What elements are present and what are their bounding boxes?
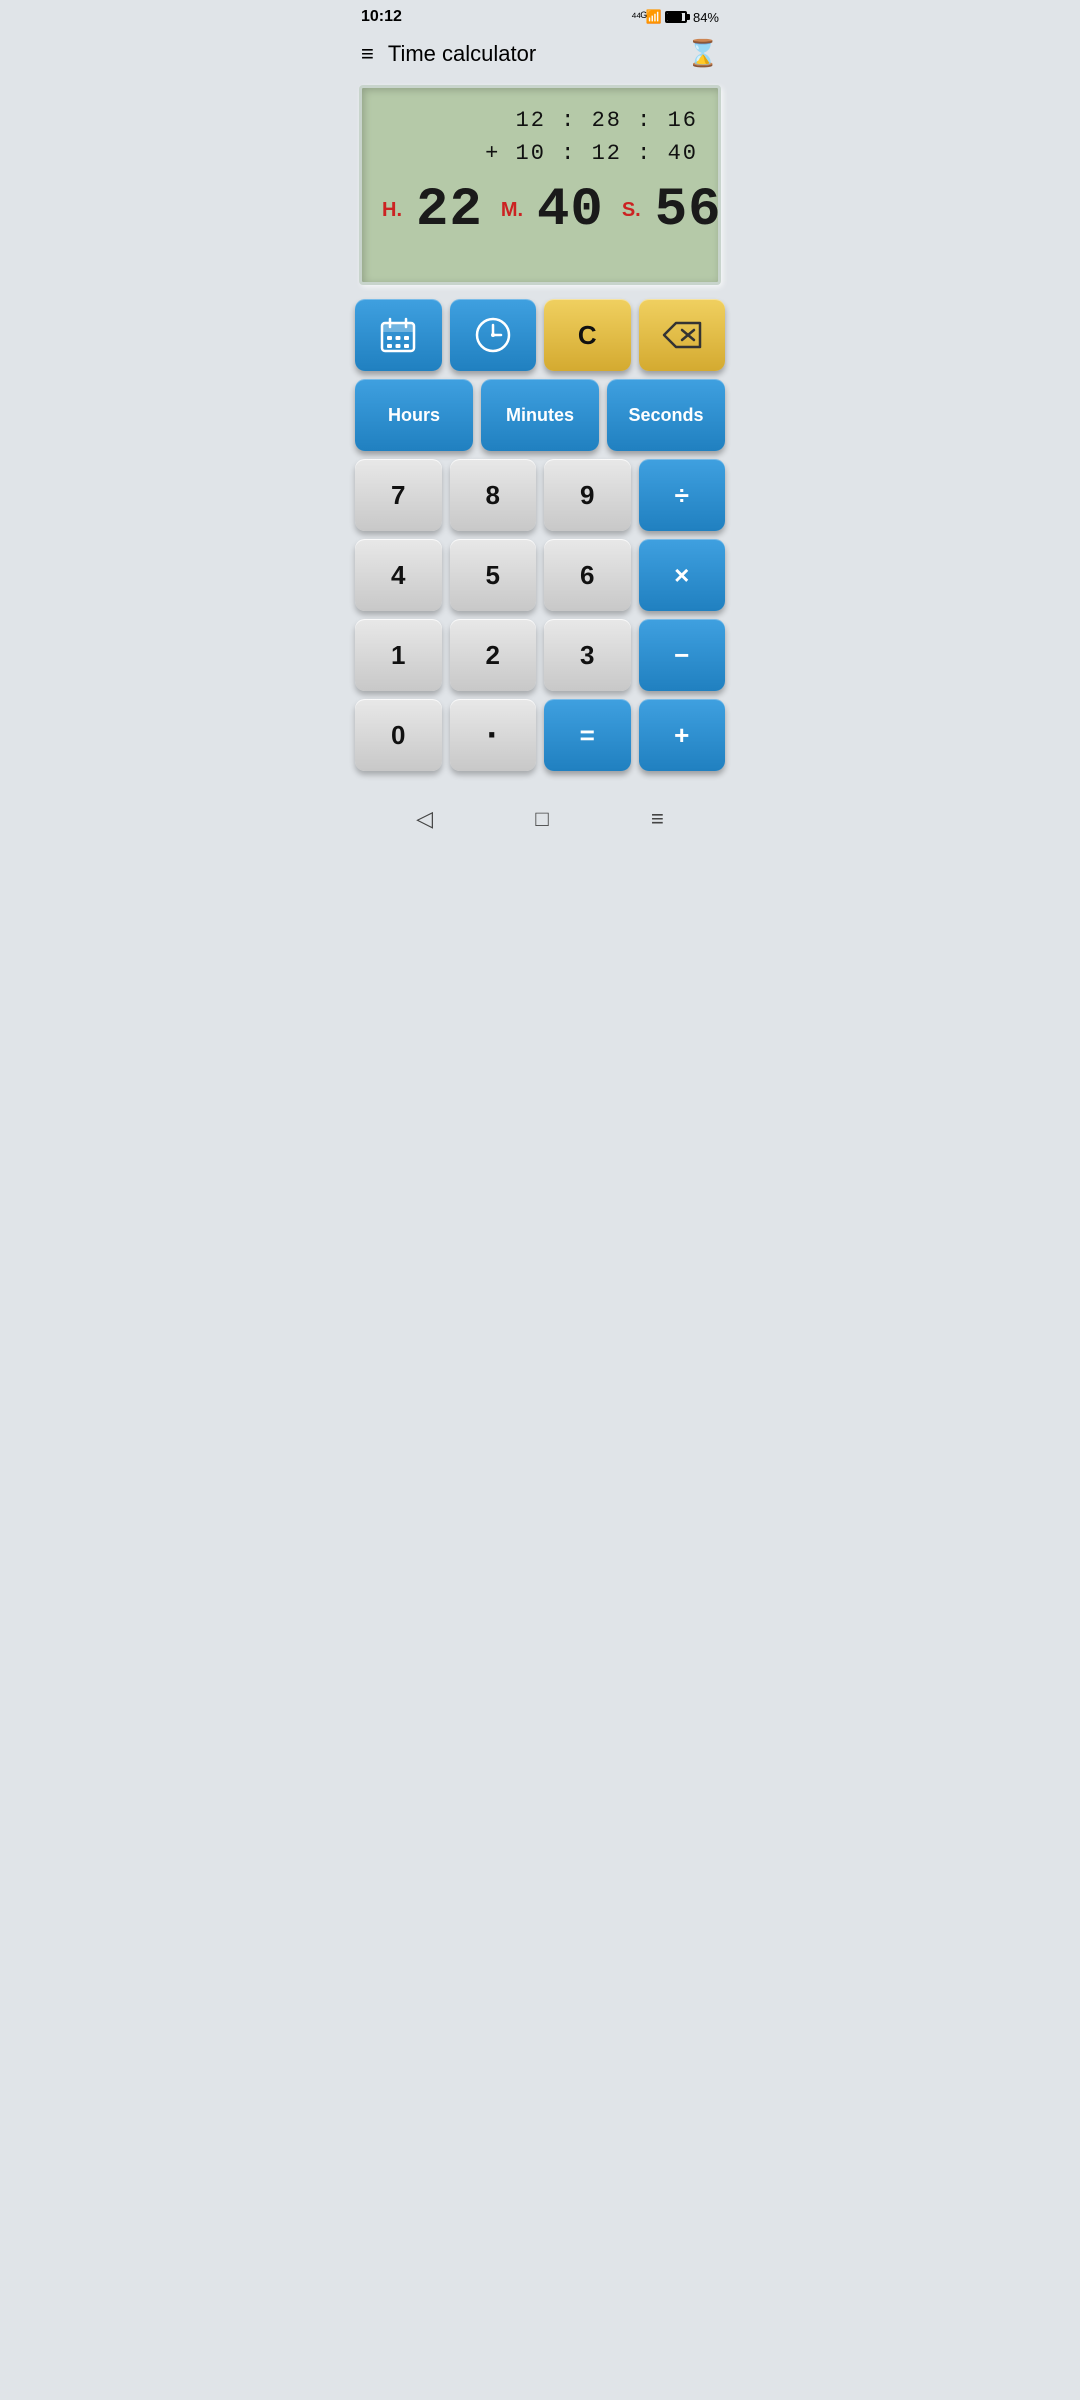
clock-icon [474,316,512,354]
battery-level: 84% [693,10,719,25]
button-1[interactable]: 1 [355,619,442,691]
subtract-button[interactable]: − [639,619,726,691]
clock-button[interactable] [450,299,537,371]
button-2[interactable]: 2 [450,619,537,691]
hours-button[interactable]: Hours [355,379,473,451]
keypad-row-6: 0 · = + [355,699,725,771]
button-7[interactable]: 7 [355,459,442,531]
button-4[interactable]: 4 [355,539,442,611]
keypad-row-2: Hours Minutes Seconds [355,379,725,451]
keypad-row-3: 7 8 9 ÷ [355,459,725,531]
calculator-display: 12 : 28 : 16 + 10 : 12 : 40 H. 22 M. 40 … [359,85,721,285]
toolbar: ≡ Time calculator ⌛ [345,30,735,77]
battery-icon [665,11,687,23]
app-title: Time calculator [388,41,687,67]
seconds-label: S. [622,199,641,222]
backspace-button[interactable] [639,299,726,371]
calendar-button[interactable] [355,299,442,371]
clear-button[interactable]: C [544,299,631,371]
display-expressions: 12 : 28 : 16 + 10 : 12 : 40 [382,104,698,170]
button-6[interactable]: 6 [544,539,631,611]
display-result: H. 22 M. 40 S. 56 [382,180,698,241]
seconds-button[interactable]: Seconds [607,379,725,451]
hours-value: 22 [416,180,483,241]
home-nav[interactable]: □ [515,798,568,840]
calendar-icon [380,317,416,353]
minutes-value: 40 [537,180,604,241]
button-3[interactable]: 3 [544,619,631,691]
status-time: 10:12 [361,8,402,26]
keypad-row-5: 1 2 3 − [355,619,725,691]
back-nav[interactable]: ◁ [396,798,453,840]
status-right: ⁴⁴ᴳ📶 84% [631,9,719,25]
display-line1: 12 : 28 : 16 [382,104,698,137]
bottom-nav: ◁ □ ≡ [345,782,735,860]
backspace-icon [662,321,702,349]
status-bar: 10:12 ⁴⁴ᴳ📶 84% [345,0,735,30]
hours-label: H. [382,199,402,222]
add-button[interactable]: + [639,699,726,771]
dot-button[interactable]: · [450,699,537,771]
minutes-label: M. [501,199,523,222]
seconds-value: 56 [655,180,722,241]
keypad-row-1: C [355,299,725,371]
button-0[interactable]: 0 [355,699,442,771]
display-line2: + 10 : 12 : 40 [382,137,698,170]
minutes-button[interactable]: Minutes [481,379,599,451]
button-8[interactable]: 8 [450,459,537,531]
keypad: C Hours Minutes Seconds 7 8 9 ÷ 4 5 6 × … [345,299,735,781]
menu-icon[interactable]: ≡ [361,43,374,65]
multiply-button[interactable]: × [639,539,726,611]
button-9[interactable]: 9 [544,459,631,531]
equals-button[interactable]: = [544,699,631,771]
history-icon[interactable]: ⌛ [687,38,719,69]
keypad-row-4: 4 5 6 × [355,539,725,611]
button-5[interactable]: 5 [450,539,537,611]
divide-button[interactable]: ÷ [639,459,726,531]
signal-icon: ⁴⁴ᴳ📶 [631,9,661,25]
menu-nav[interactable]: ≡ [631,798,684,840]
